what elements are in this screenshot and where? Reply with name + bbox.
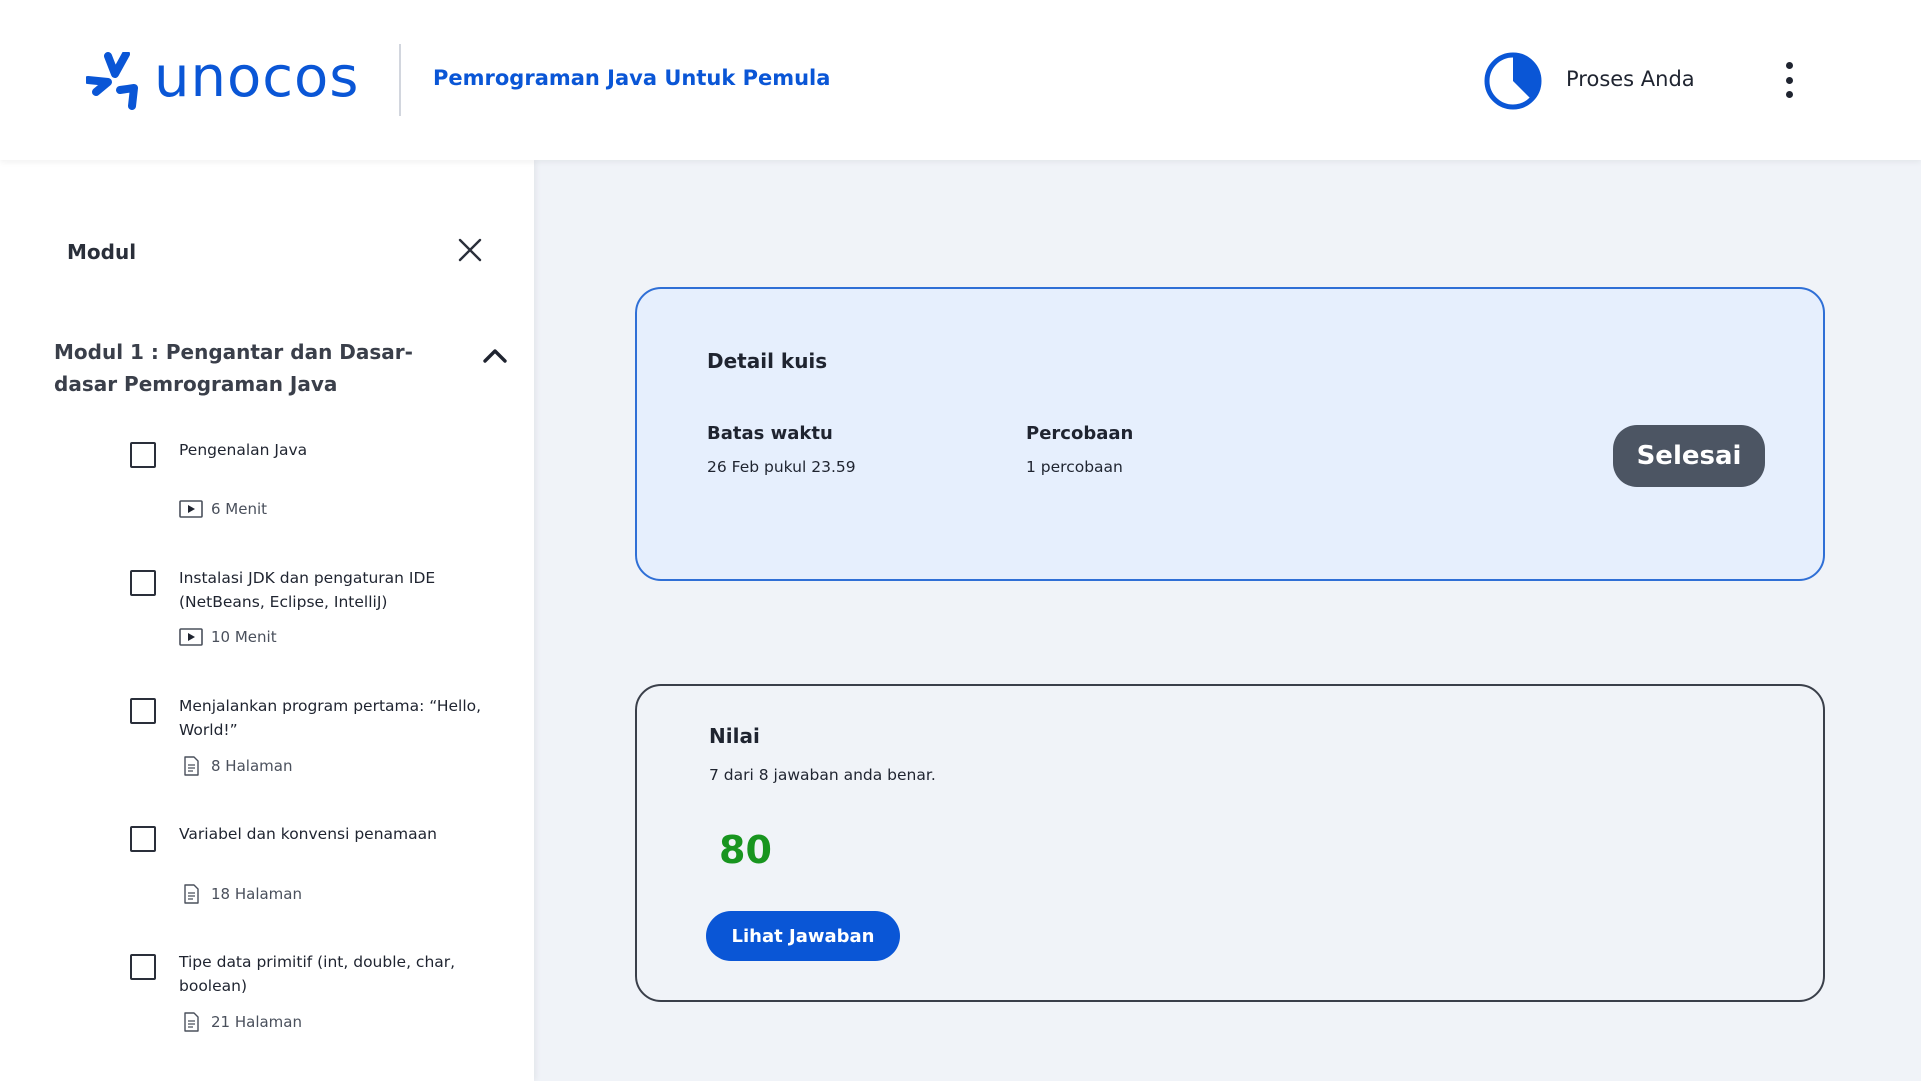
- deadline-value: 26 Feb pukul 23.59: [707, 458, 856, 476]
- lesson-meta: 21 Halaman: [179, 1012, 302, 1032]
- lesson-title[interactable]: Tipe data primitif (int, double, char, b…: [179, 950, 489, 998]
- module-sidebar: Modul Modul 1 : Pengantar dan Dasar-dasa…: [0, 160, 534, 1081]
- lesson-title[interactable]: Variabel dan konvensi penamaan: [179, 822, 489, 846]
- course-title[interactable]: Pemrograman Java Untuk Pemula: [433, 66, 830, 90]
- quiz-detail-title: Detail kuis: [707, 349, 828, 373]
- lesson-duration: 10 Menit: [211, 628, 277, 646]
- score-title: Nilai: [709, 724, 760, 748]
- logo-mark-icon: [86, 52, 138, 110]
- attempts-label: Percobaan: [1026, 423, 1134, 444]
- deadline-label: Batas waktu: [707, 423, 833, 444]
- kebab-dot: [1785, 62, 1793, 69]
- logo-text: unocos: [154, 45, 360, 110]
- document-icon: [184, 884, 199, 904]
- lesson-title[interactable]: Instalasi JDK dan pengaturan IDE (NetBea…: [179, 566, 489, 614]
- logo[interactable]: unocos: [86, 45, 360, 110]
- video-icon: [179, 628, 203, 646]
- view-answers-button[interactable]: Lihat Jawaban: [706, 911, 900, 961]
- sidebar-title: Modul: [67, 240, 137, 264]
- lesson-checkbox[interactable]: [130, 698, 156, 724]
- score-description: 7 dari 8 jawaban anda benar.: [709, 766, 936, 784]
- lesson-meta: 10 Menit: [179, 628, 277, 646]
- video-icon: [179, 500, 203, 518]
- kebab-menu-icon[interactable]: [1782, 62, 1796, 98]
- lesson-pages: 21 Halaman: [211, 1013, 302, 1031]
- quiz-detail-card: Detail kuis Batas waktu 26 Feb pukul 23.…: [635, 287, 1825, 581]
- lesson-meta: 18 Halaman: [179, 884, 302, 904]
- kebab-dot: [1785, 76, 1793, 84]
- close-icon[interactable]: [456, 236, 484, 264]
- lesson-pages: 18 Halaman: [211, 885, 302, 903]
- kebab-dot: [1785, 91, 1793, 98]
- progress-label[interactable]: Proses Anda: [1566, 67, 1695, 91]
- lesson-checkbox[interactable]: [130, 826, 156, 852]
- lesson-checkbox[interactable]: [130, 954, 156, 980]
- lesson-meta: 8 Halaman: [179, 756, 292, 776]
- lesson-checkbox[interactable]: [130, 442, 156, 468]
- lesson-checkbox[interactable]: [130, 570, 156, 596]
- score-card: Nilai 7 dari 8 jawaban anda benar. 80 Li…: [635, 684, 1825, 1002]
- document-icon: [184, 1012, 199, 1032]
- lesson-title[interactable]: Pengenalan Java: [179, 438, 489, 462]
- top-header: unocos Pemrograman Java Untuk Pemula Pro…: [0, 0, 1921, 160]
- attempts-value: 1 percobaan: [1026, 458, 1123, 476]
- pie-progress-icon[interactable]: [1484, 52, 1542, 110]
- header-divider: [399, 44, 401, 116]
- lesson-duration: 6 Menit: [211, 500, 268, 518]
- lesson-title[interactable]: Menjalankan program pertama: “Hello, Wor…: [179, 694, 489, 742]
- done-button[interactable]: Selesai: [1613, 425, 1765, 487]
- document-icon: [184, 756, 199, 776]
- module-title[interactable]: Modul 1 : Pengantar dan Dasar-dasar Pemr…: [54, 336, 474, 400]
- lesson-pages: 8 Halaman: [211, 757, 293, 775]
- score-value: 80: [719, 828, 772, 872]
- chevron-up-icon[interactable]: [480, 344, 510, 368]
- lesson-meta: 6 Menit: [179, 500, 267, 518]
